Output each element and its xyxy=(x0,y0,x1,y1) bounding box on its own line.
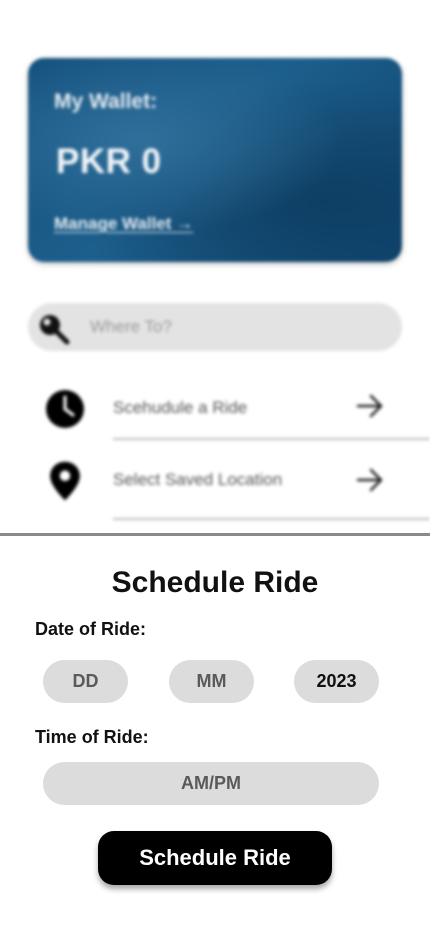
divider xyxy=(113,438,430,440)
search-bar[interactable]: Where To? xyxy=(28,303,402,351)
menu-item-schedule-ride[interactable]: Scehudule a Ride xyxy=(0,372,430,442)
wallet-balance: PKR 0 xyxy=(56,142,162,181)
menu-item-saved-location[interactable]: Select Saved Location xyxy=(0,448,430,520)
date-label: Date of Ride: xyxy=(35,619,147,639)
year-input[interactable]: 2023 xyxy=(294,660,379,703)
day-input[interactable]: DD xyxy=(43,660,128,703)
time-input[interactable]: AM/PM xyxy=(43,762,379,805)
menu-item-label: Scehudule a Ride xyxy=(113,398,248,417)
clock-icon xyxy=(46,390,84,428)
manage-wallet-link[interactable]: Manage Wallet → xyxy=(54,214,193,234)
menu-item-label: Select Saved Location xyxy=(113,470,283,489)
month-input[interactable]: MM xyxy=(169,660,254,703)
divider xyxy=(113,518,430,520)
search-icon xyxy=(40,315,70,345)
wallet-label: My Wallet: xyxy=(54,90,158,113)
arrow-right-icon xyxy=(356,394,383,418)
search-placeholder: Where To? xyxy=(90,317,172,336)
sheet-title: Schedule Ride xyxy=(111,566,319,599)
schedule-ride-sheet: Schedule Ride Date of Ride: DD MM 2023 T… xyxy=(0,533,430,935)
background-home-screen: My Wallet: PKR 0 Manage Wallet → Where T… xyxy=(0,0,430,540)
time-label: Time of Ride: xyxy=(35,727,149,747)
arrow-right-icon xyxy=(356,468,383,492)
wallet-card: My Wallet: PKR 0 Manage Wallet → xyxy=(28,58,402,262)
location-pin-icon xyxy=(50,461,80,501)
schedule-ride-button[interactable]: Schedule Ride xyxy=(98,831,332,885)
